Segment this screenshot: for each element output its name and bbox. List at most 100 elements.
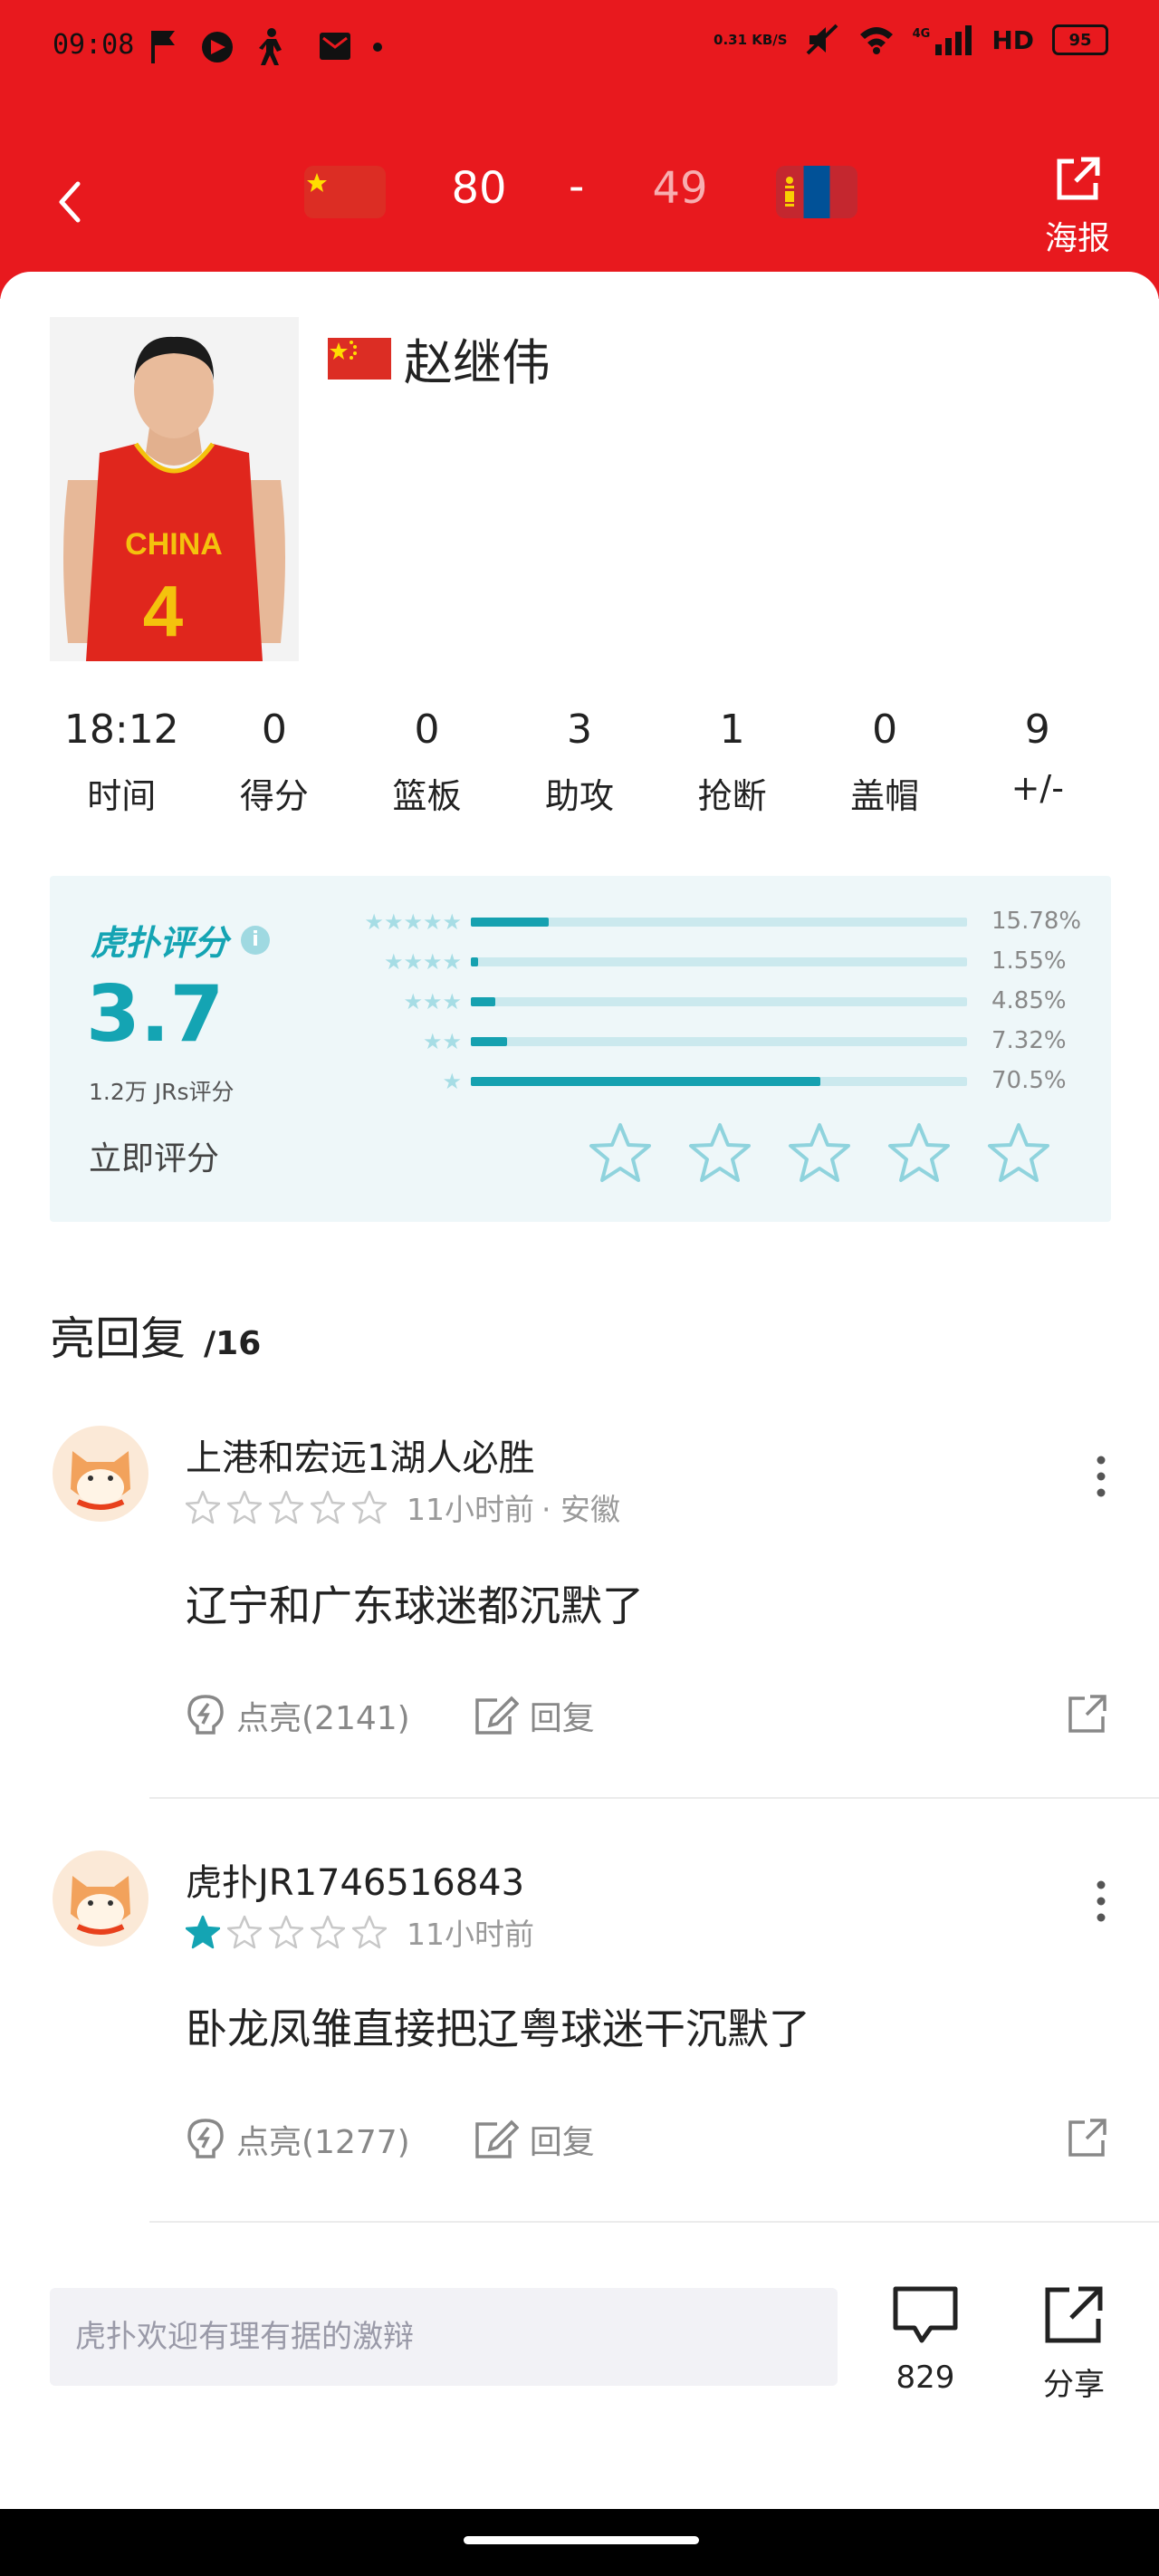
stat-value: 3 [567, 706, 593, 753]
status-right: 0.31 KB/S 4G HD 95 [714, 24, 1108, 56]
reply-label: 回复 [529, 1700, 595, 1737]
player-name: 赵继伟 [404, 334, 551, 391]
player-name-row: 赵继伟 [328, 322, 551, 394]
jersey-text: CHINA [125, 527, 223, 562]
stat-points: 0 得分 [198, 706, 351, 818]
away-team-flag [776, 166, 857, 218]
lightbulb-icon [187, 1695, 224, 1735]
stat-value: 9 [1024, 706, 1050, 753]
stat-label: 盖帽 [850, 776, 920, 816]
like-label: 点亮(1277) [236, 2124, 410, 2161]
rate-star-picker [589, 1121, 1050, 1185]
stat-value: 18:12 [63, 706, 179, 753]
hd-indicator: HD [991, 24, 1034, 55]
rate-star-5-icon[interactable] [987, 1121, 1050, 1185]
distribution-track [471, 997, 967, 1006]
replies-title: 亮回复 [50, 1312, 186, 1365]
avatar[interactable] [53, 1426, 148, 1522]
share-icon [1057, 157, 1100, 200]
distribution-track [471, 1077, 967, 1086]
more-options-icon[interactable] [1096, 1455, 1106, 1498]
like-button[interactable]: 点亮(2141) [186, 1692, 410, 1739]
share-icon[interactable] [1067, 2117, 1108, 2158]
reply-actions: 点亮(1277) 回复 [186, 2116, 658, 2163]
home-team-flag [304, 166, 386, 218]
avatar[interactable] [53, 1850, 148, 1946]
stat-rebounds: 0 篮板 [350, 706, 503, 818]
distribution-track [471, 957, 967, 966]
stat-blocks: 0 盖帽 [809, 706, 962, 818]
star-icons: ★★★★★ [364, 909, 462, 935]
star-filled-icon [186, 1915, 220, 1949]
network-type: 4G [912, 26, 931, 41]
stat-steals: 1 抢断 [656, 706, 809, 818]
replies-header: 亮回复/16 [50, 1302, 261, 1368]
star-empty-icon [352, 1915, 387, 1949]
rating-score: 3.7 [86, 969, 225, 1060]
wifi-icon [859, 27, 893, 54]
rate-star-4-icon[interactable] [887, 1121, 951, 1185]
like-button[interactable]: 点亮(1277) [186, 2116, 410, 2163]
more-options-icon[interactable] [1096, 1879, 1106, 1923]
stat-label: +/- [1011, 768, 1064, 808]
comment-icon [893, 2286, 958, 2343]
score-separator: - [569, 161, 585, 212]
star-empty-icon [269, 1915, 303, 1949]
rating-brand: 虎扑评分 i [91, 915, 271, 965]
reply-text: 辽宁和广东球迷都沉默了 [186, 1581, 644, 1630]
distribution-row: ★★★ 4.85% [344, 987, 1087, 1016]
star-empty-icon [227, 1915, 262, 1949]
stat-plus-minus: 9 +/- [961, 706, 1114, 818]
replies-count: /16 [204, 1325, 262, 1362]
reply-button[interactable]: 回复 [474, 1692, 595, 1739]
rate-now-label: 立即评分 [89, 1140, 220, 1177]
share-label: 分享 [1043, 2367, 1105, 2403]
home-score: 80 [451, 163, 507, 214]
comment-input[interactable]: 虎扑欢迎有理有据的激辩 [50, 2288, 838, 2386]
jersey-number: 4 [143, 571, 184, 651]
star-empty-icon [311, 1490, 345, 1524]
reply-time: 11小时前 [407, 1917, 534, 1952]
rate-star-1-icon[interactable] [589, 1121, 652, 1185]
distribution-row: ★★ 7.32% [344, 1027, 1087, 1056]
stat-assists: 3 助攻 [503, 706, 656, 818]
edit-icon [474, 2119, 519, 2158]
home-indicator[interactable] [464, 2536, 699, 2544]
user-rating-stars [186, 1490, 387, 1524]
reply-username[interactable]: 虎扑JR1746516843 [186, 1853, 524, 1906]
reply-divider [149, 2221, 1159, 2223]
status-time: 09:08 [53, 29, 135, 61]
rate-star-3-icon[interactable] [788, 1121, 851, 1185]
reply-username[interactable]: 上港和宏远1湖人必胜 [186, 1428, 534, 1481]
rating-brand-label: 虎扑评分 [91, 923, 229, 963]
edit-icon [474, 1696, 519, 1735]
star-icons: ★★★ [403, 989, 462, 1014]
distribution-fill [471, 997, 495, 1006]
back-icon[interactable] [53, 179, 89, 225]
distribution-percent: 70.5% [991, 1067, 1067, 1094]
reply-divider [149, 1797, 1159, 1799]
distribution-track [471, 1037, 967, 1046]
distribution-row: ★ 70.5% [344, 1067, 1087, 1096]
net-speed: 0.31 KB/S [714, 32, 788, 48]
rate-star-2-icon[interactable] [688, 1121, 752, 1185]
distribution-percent: 7.32% [991, 1027, 1067, 1054]
battery-icon: 95 [1052, 24, 1108, 55]
reply-button[interactable]: 回复 [474, 2116, 595, 2163]
poster-button[interactable]: 海报 [1037, 154, 1118, 258]
stat-value: 0 [872, 706, 898, 753]
info-icon[interactable]: i [241, 925, 271, 955]
star-icons: ★★ [422, 1029, 462, 1054]
comments-button[interactable]: 829 [891, 2284, 960, 2396]
share-button[interactable]: 分享 [1038, 2284, 1110, 2404]
share-icon[interactable] [1067, 1693, 1108, 1735]
distribution-fill [471, 1037, 508, 1046]
stat-label: 时间 [87, 776, 157, 816]
stat-value: 0 [261, 706, 287, 753]
star-icons: ★ [442, 1069, 462, 1094]
star-icons: ★★★★ [383, 949, 462, 975]
star-empty-icon [311, 1915, 345, 1949]
reply-actions: 点亮(2141) 回复 [186, 1692, 658, 1739]
stat-value: 0 [414, 706, 440, 753]
reply-label: 回复 [529, 2124, 595, 2161]
